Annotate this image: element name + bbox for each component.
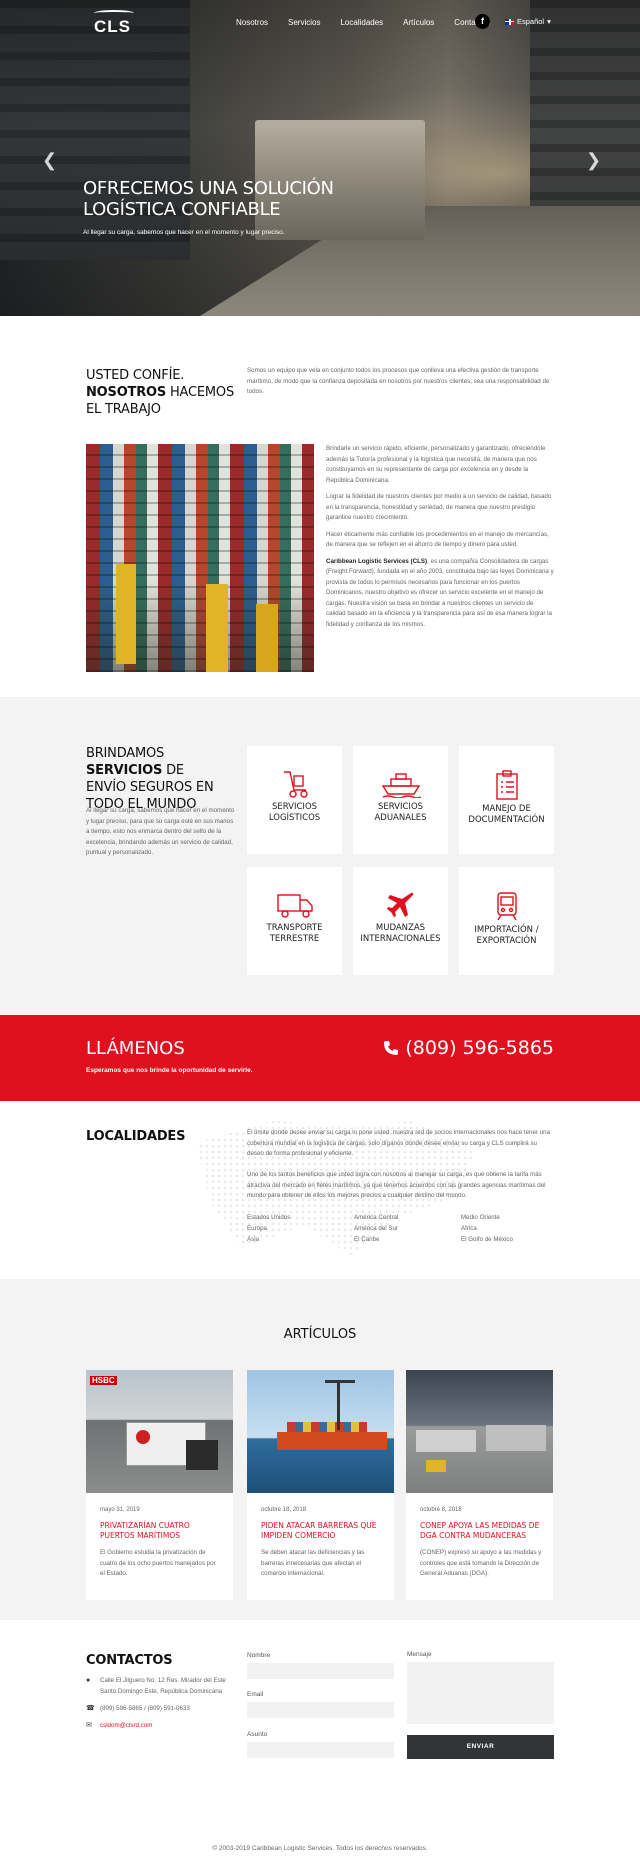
locations-title: LOCALIDADES — [86, 1129, 186, 1144]
flag-icon — [505, 18, 514, 25]
intro-heading: USTED CONFÍE. NOSOTROS HACEMOS EL TRABAJ… — [86, 368, 235, 417]
subject-field[interactable] — [247, 1742, 394, 1758]
region: Estados Unidos — [247, 1214, 291, 1221]
services-heading: BRINDAMOS SERVICIOS DE ENVÍO SEGUROS EN … — [86, 746, 214, 812]
hand-truck-icon — [283, 771, 308, 798]
nav-localidades[interactable]: Localidades — [340, 18, 383, 27]
ship-icon — [381, 773, 421, 798]
locations-section: LOCALIDADES El límite donde desee enviar… — [0, 1101, 640, 1279]
article-card[interactable]: HSBC mayo 31, 2019 PRIVATIZARÍAN CUATRO … — [86, 1370, 233, 1600]
language-label: Español — [517, 17, 545, 26]
article-image — [406, 1370, 553, 1493]
hero-subtitle: Al llegar su carga, sabemos que hacer en… — [83, 229, 285, 236]
intro-section: USTED CONFÍE. NOSOTROS HACEMOS EL TRABAJ… — [0, 316, 640, 697]
language-select[interactable]: Español ▾ — [505, 17, 551, 26]
hero-slider: CLS Nosotros Servicios Localidades Artíc… — [0, 0, 640, 316]
main-menu: Nosotros Servicios Localidades Artículos… — [236, 18, 510, 27]
locations-text-1: El límite donde desee enviar su carga lo… — [247, 1129, 551, 1157]
regions-list: Estados Unidos América Central Medio Ori… — [247, 1213, 547, 1245]
message-field[interactable] — [407, 1662, 554, 1724]
service-card-ground-transport[interactable]: TRANSPORTE TERRESTRE — [247, 867, 342, 975]
footer-copyright: © 2003-2019 Caribbean Logistic Services.… — [212, 1845, 428, 1852]
region: América Central — [354, 1214, 399, 1221]
containers-photo — [86, 444, 314, 672]
service-card-customs[interactable]: SERVICIOS ADUANALES — [353, 746, 448, 854]
truck-icon — [276, 894, 313, 918]
top-nav: CLS Nosotros Servicios Localidades Artíc… — [0, 0, 640, 44]
nav-articulos[interactable]: Artículos — [403, 18, 434, 27]
hero-title: OFRECEMOS UNA SOLUCIÓN LOGÍSTICA CONFIAB… — [83, 178, 334, 220]
contact-title: CONTACTOS — [86, 1653, 173, 1668]
envelope-icon: ✉ — [86, 1722, 92, 1729]
caret-down-icon: ▾ — [547, 17, 551, 26]
chevron-right-icon[interactable]: ❯ — [586, 150, 601, 171]
name-field[interactable] — [247, 1663, 394, 1679]
articles-title: ARTÍCULOS — [283, 1327, 357, 1342]
clipboard-icon — [495, 770, 518, 800]
nav-nosotros[interactable]: Nosotros — [236, 18, 268, 27]
call-banner: LLÁMENOS Esperamos que nos brinde la opo… — [0, 1015, 640, 1101]
logo[interactable]: CLS — [94, 10, 134, 37]
service-card-import-export[interactable]: IMPORTACIÓN / EXPORTACIÓN — [459, 867, 554, 975]
airplane-icon — [386, 892, 413, 917]
services-section: BRINDAMOS SERVICIOS DE ENVÍO SEGUROS EN … — [0, 697, 640, 1015]
intro-text: Brindarle un servicio rápido, eficiente,… — [326, 445, 554, 628]
service-card-moving[interactable]: MUDANZAS INTERNACIONALES — [353, 867, 448, 975]
name-label: Nombre — [247, 1652, 271, 1659]
service-card-documentation[interactable]: MANEJO DE DOCUMENTACIÓN — [459, 746, 554, 854]
region: Africa — [461, 1225, 477, 1232]
intro-lead: Somos un equipo que vela en conjunto tod… — [247, 367, 550, 395]
article-image — [247, 1370, 394, 1493]
region: Europa — [247, 1225, 267, 1232]
phone-icon: ☎ — [86, 1705, 95, 1712]
region: Medio Oriente — [461, 1214, 500, 1221]
email-label: Email — [247, 1691, 264, 1698]
train-icon — [496, 892, 517, 921]
region: América del Sur — [354, 1225, 399, 1232]
call-title: LLÁMENOS — [86, 1038, 185, 1059]
region: El Golfo de México — [461, 1236, 513, 1243]
map-marker-icon: ● — [86, 1677, 91, 1684]
subject-label: Asunto — [247, 1731, 268, 1738]
article-image: HSBC — [86, 1370, 233, 1493]
call-subtitle: Esperamos que nos brinde la oportunidad … — [86, 1067, 253, 1074]
phone-icon — [384, 1041, 399, 1055]
send-button[interactable]: ENVIAR — [407, 1735, 554, 1759]
article-card[interactable]: octubre 18, 2018 PIDEN ATACAR BARRERAS Q… — [247, 1370, 394, 1600]
chevron-left-icon[interactable]: ❮ — [42, 150, 57, 171]
contact-section: CONTACTOS ● Calle El Jilguero No. 12 Res… — [0, 1620, 640, 1869]
articles-section: ARTÍCULOS HSBC mayo 31, 2019 PRIVATIZARÍ… — [0, 1279, 640, 1620]
services-text: Al llegar su carga, sabemos que hacer en… — [86, 807, 235, 856]
article-card[interactable]: octubre 8, 2018 CONEP APOYA LAS MEDIDAS … — [406, 1370, 553, 1600]
region: Asia — [247, 1236, 260, 1243]
locations-text-2: Uno de los tantos beneficios que usted l… — [247, 1171, 546, 1199]
facebook-icon[interactable]: f — [475, 14, 490, 29]
region: El Caribe — [354, 1236, 380, 1243]
service-card-logistics[interactable]: SERVICIOS LOGÍSTICOS — [247, 746, 342, 854]
nav-servicios[interactable]: Servicios — [288, 18, 320, 27]
email-field[interactable] — [247, 1702, 394, 1718]
call-phone[interactable]: (809) 596-5865 — [383, 1037, 554, 1059]
message-label: Mensaje — [407, 1651, 432, 1658]
